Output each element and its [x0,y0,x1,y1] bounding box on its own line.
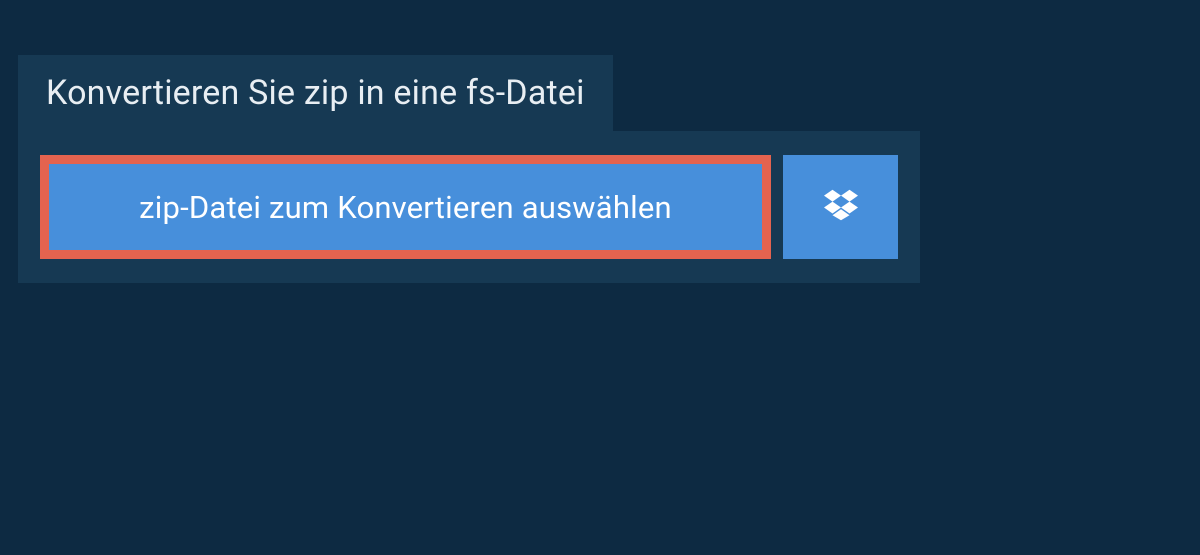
dropbox-button[interactable] [783,155,898,259]
dropbox-icon [824,189,858,225]
converter-title: Konvertieren Sie zip in eine fs-Datei [18,55,613,131]
button-panel: zip-Datei zum Konvertieren auswählen [18,131,920,283]
select-file-button-label: zip-Datei zum Konvertieren auswählen [139,189,672,226]
select-file-button[interactable]: zip-Datei zum Konvertieren auswählen [40,155,771,259]
converter-widget: Konvertieren Sie zip in eine fs-Datei zi… [18,55,1200,283]
